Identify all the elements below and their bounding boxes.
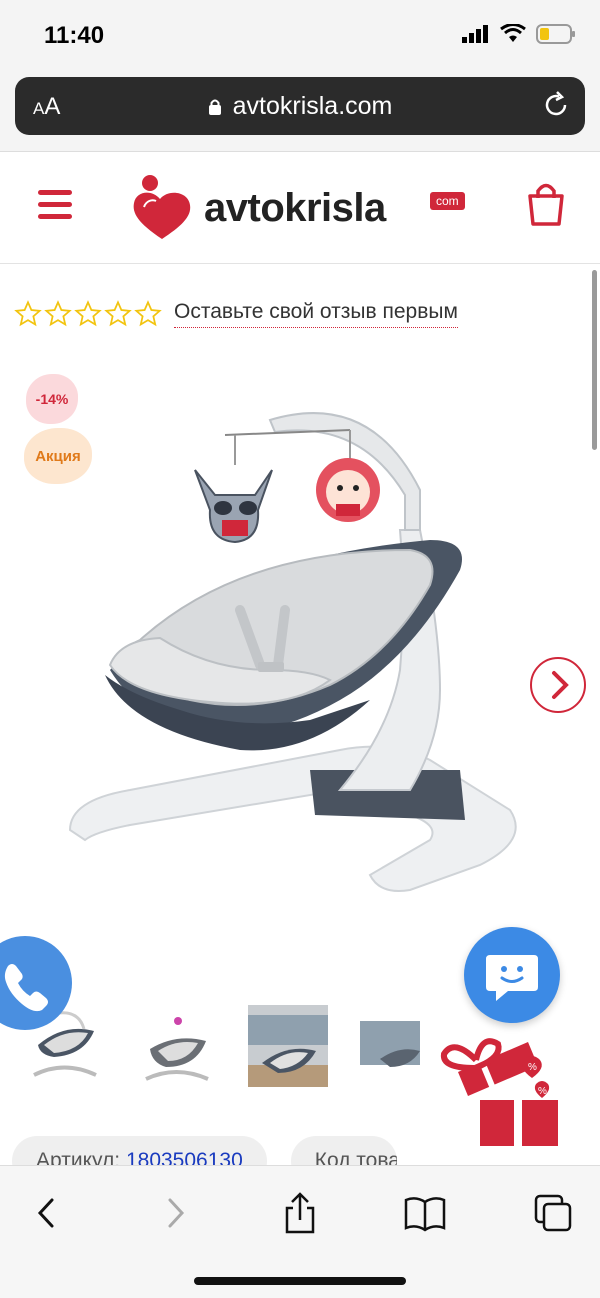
sale-badge: Акция	[24, 428, 92, 484]
chat-button[interactable]	[464, 927, 560, 1023]
rating-row: Оставьте свой отзыв первым	[14, 300, 458, 328]
url-display[interactable]: avtokrisla.com	[15, 92, 585, 121]
home-indicator[interactable]	[194, 1277, 406, 1285]
raccoon-toy	[194, 469, 273, 544]
tabs-icon[interactable]	[528, 1188, 578, 1238]
cart-icon[interactable]	[526, 180, 566, 228]
gift-icon: % %	[440, 1038, 558, 1146]
discount-badge: -14%	[26, 374, 78, 424]
status-bar: 11:40	[0, 0, 600, 72]
star-icon[interactable]	[104, 300, 132, 328]
status-icons	[462, 24, 576, 44]
chevron-right-icon	[552, 671, 569, 699]
hedgehog-toy	[316, 458, 380, 522]
status-time: 11:40	[44, 22, 105, 49]
svg-text:%: %	[538, 1086, 547, 1097]
thumbnail[interactable]	[248, 1005, 328, 1087]
menu-icon[interactable]	[38, 190, 72, 220]
star-icon[interactable]	[14, 300, 42, 328]
thumbnail[interactable]	[360, 1005, 440, 1087]
chat-smile-icon	[486, 955, 538, 1001]
back-icon[interactable]	[22, 1188, 72, 1238]
forward-icon[interactable]	[150, 1188, 200, 1238]
share-icon[interactable]	[275, 1188, 325, 1238]
logo-heart-icon	[133, 175, 191, 239]
gift-button[interactable]: % %	[436, 1032, 566, 1152]
logo-text: avtokrisla	[204, 185, 386, 230]
rating-stars[interactable]	[14, 300, 162, 328]
gallery-next-button[interactable]	[530, 657, 586, 713]
star-icon[interactable]	[134, 300, 162, 328]
url-text: avtokrisla.com	[232, 92, 393, 120]
star-icon[interactable]	[74, 300, 102, 328]
bookmarks-icon[interactable]	[400, 1188, 450, 1238]
logo[interactable]: avtokrisla com	[130, 170, 465, 246]
logo-badge: com	[430, 192, 465, 210]
phone-button[interactable]	[0, 936, 72, 1030]
product-photo	[68, 412, 517, 892]
lock-icon	[208, 94, 221, 115]
url-bar-container: AA avtokrisla.com	[0, 72, 600, 152]
gallery-thumbnails	[24, 1005, 440, 1087]
phone-icon	[4, 964, 48, 1012]
reload-icon[interactable]	[541, 90, 571, 120]
review-link[interactable]: Оставьте свой отзыв первым	[174, 300, 458, 328]
svg-text:%: %	[528, 1062, 537, 1073]
product-image[interactable]	[10, 370, 590, 950]
thumbnail[interactable]	[136, 1005, 216, 1087]
signal-icon	[462, 25, 488, 43]
wifi-icon	[500, 24, 526, 42]
site-header: avtokrisla com	[0, 152, 600, 264]
star-icon[interactable]	[44, 300, 72, 328]
page-scrollbar[interactable]	[592, 270, 597, 450]
url-bar[interactable]: AA avtokrisla.com	[15, 77, 585, 135]
battery-icon	[536, 24, 575, 44]
